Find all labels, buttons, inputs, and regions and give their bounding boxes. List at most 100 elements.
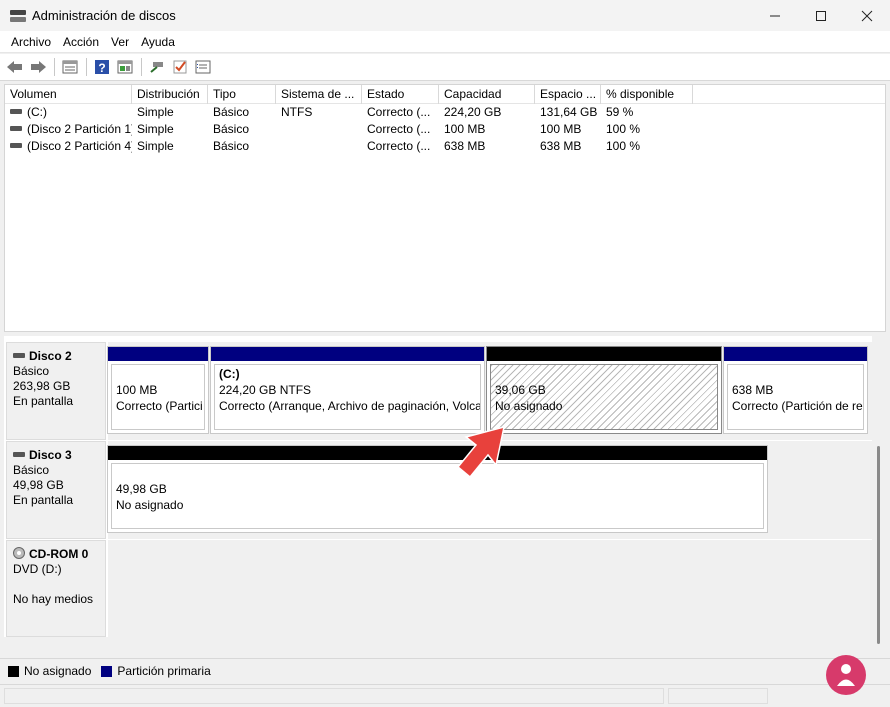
properties-button[interactable] bbox=[192, 56, 214, 78]
volume-type: Básico bbox=[213, 122, 250, 136]
partition-disk2-1[interactable]: 100 MB Correcto (Partici bbox=[107, 346, 209, 434]
column-sistema[interactable]: Sistema de ... bbox=[276, 85, 362, 104]
menu-archivo[interactable]: Archivo bbox=[5, 35, 57, 49]
column-estado[interactable]: Estado bbox=[362, 85, 439, 104]
volume-distribution: Simple bbox=[137, 105, 174, 119]
menu-accion[interactable]: Acción bbox=[57, 35, 105, 49]
volume-row-disk2-part4[interactable]: (Disco 2 Partición 4) Simple Básico Corr… bbox=[5, 138, 885, 155]
volume-filesystem bbox=[276, 121, 362, 138]
column-capacidad[interactable]: Capacidad bbox=[439, 85, 535, 104]
back-icon bbox=[7, 61, 22, 73]
volume-percent-free: 100 % bbox=[606, 139, 641, 153]
partition-size: 39,06 GB bbox=[495, 383, 546, 397]
window-title: Administración de discos bbox=[32, 8, 176, 23]
partition-size: 638 MB bbox=[732, 383, 774, 397]
volume-icon bbox=[10, 109, 22, 115]
disk-icon bbox=[13, 452, 25, 458]
title-bar: Administración de discos bbox=[0, 0, 890, 31]
volume-distribution: Simple bbox=[137, 122, 174, 136]
graph-scrollbar[interactable] bbox=[877, 446, 880, 644]
volume-filesystem bbox=[276, 138, 362, 155]
back-button[interactable] bbox=[4, 56, 26, 78]
volume-free-space: 131,64 GB bbox=[540, 105, 598, 119]
disk-management-icon bbox=[10, 9, 26, 23]
check-button[interactable] bbox=[169, 56, 191, 78]
legend-primary: Partición primaria bbox=[101, 664, 211, 678]
partition-status: No asignado bbox=[116, 498, 184, 512]
connect-icon bbox=[150, 62, 163, 73]
disk-status: En pantalla bbox=[13, 394, 74, 408]
svg-text:?: ? bbox=[98, 61, 105, 75]
column-distribucion[interactable]: Distribución bbox=[132, 85, 208, 104]
column-volumen[interactable]: Volumen bbox=[5, 85, 132, 104]
volume-capacity: 224,20 GB bbox=[444, 105, 502, 119]
view-graph-button[interactable] bbox=[114, 56, 136, 78]
volume-name: (Disco 2 Partición 4) bbox=[27, 139, 132, 153]
cdrom-partitions bbox=[108, 540, 872, 637]
partition-size: 100 MB bbox=[116, 383, 158, 397]
forward-button[interactable] bbox=[27, 56, 49, 78]
partition-label: (C:) bbox=[219, 367, 240, 381]
unallocated-disk3[interactable]: 49,98 GB No asignado bbox=[107, 445, 768, 533]
partition-status: Correcto (Partici bbox=[116, 399, 203, 413]
disk-type: Básico bbox=[13, 364, 50, 378]
volume-name: (C:) bbox=[27, 105, 47, 119]
watermark-logo bbox=[824, 655, 884, 705]
column-espacio[interactable]: Espacio ... bbox=[535, 85, 601, 104]
check-icon bbox=[173, 60, 187, 74]
view-list-icon bbox=[62, 60, 78, 74]
unallocated-bar bbox=[108, 446, 767, 460]
volume-row-c[interactable]: (C:) Simple Básico NTFS Correcto (... 22… bbox=[5, 104, 885, 121]
properties-icon bbox=[195, 60, 211, 74]
volume-type: Básico bbox=[213, 105, 250, 119]
volume-status: Correcto (... bbox=[367, 139, 431, 153]
close-icon bbox=[861, 10, 873, 21]
volume-status: Correcto (... bbox=[367, 122, 431, 136]
status-bar bbox=[0, 684, 890, 707]
close-button[interactable] bbox=[844, 0, 890, 31]
volume-capacity: 100 MB bbox=[444, 122, 486, 136]
disk-2-label[interactable]: Disco 2 Básico 263,98 GB En pantalla bbox=[6, 342, 106, 440]
primary-partition-bar bbox=[724, 347, 867, 361]
disk-icon bbox=[13, 353, 25, 359]
disk-size: 49,98 GB bbox=[13, 478, 64, 492]
disk-size: 263,98 GB bbox=[13, 379, 71, 393]
disk-name: Disco 2 bbox=[29, 349, 72, 363]
disk-type: DVD (D:) bbox=[13, 562, 62, 576]
view-list-button[interactable] bbox=[59, 56, 81, 78]
partition-status: No asignado bbox=[495, 399, 563, 413]
primary-partition-bar bbox=[108, 347, 208, 361]
menu-ayuda[interactable]: Ayuda bbox=[135, 35, 181, 49]
column-disponible[interactable]: % disponible bbox=[601, 85, 693, 104]
toolbar-separator bbox=[141, 58, 142, 76]
column-tipo[interactable]: Tipo bbox=[208, 85, 276, 104]
legend-swatch bbox=[8, 665, 19, 677]
volume-type: Básico bbox=[213, 139, 250, 153]
volume-list: Volumen Distribución Tipo Sistema de ...… bbox=[4, 84, 886, 332]
menu-bar: Archivo Acción Ver Ayuda bbox=[0, 31, 890, 53]
minimize-button[interactable] bbox=[752, 0, 798, 31]
volume-percent-free: 100 % bbox=[606, 122, 641, 136]
maximize-button[interactable] bbox=[798, 0, 844, 31]
partition-disk2-4[interactable]: 638 MB Correcto (Partición de re bbox=[723, 346, 868, 434]
menu-ver[interactable]: Ver bbox=[105, 35, 135, 49]
forward-icon bbox=[31, 61, 46, 73]
view-graph-icon bbox=[117, 60, 133, 74]
cdrom-label[interactable]: CD-ROM 0 DVD (D:) No hay medios bbox=[6, 540, 106, 637]
volume-free-space: 638 MB bbox=[540, 139, 582, 153]
disk-type: Básico bbox=[13, 463, 50, 477]
minimize-icon bbox=[770, 15, 780, 16]
connect-button[interactable] bbox=[146, 56, 168, 78]
unallocated-disk2[interactable]: 39,06 GB No asignado bbox=[486, 346, 722, 434]
primary-partition-bar bbox=[211, 347, 484, 361]
volume-name: (Disco 2 Partición 1) bbox=[27, 122, 132, 136]
volume-list-header: Volumen Distribución Tipo Sistema de ...… bbox=[5, 85, 885, 104]
disk-3-label[interactable]: Disco 3 Básico 49,98 GB En pantalla bbox=[6, 441, 106, 539]
red-arrow-icon bbox=[456, 425, 505, 479]
volume-percent-free: 59 % bbox=[606, 105, 634, 119]
volume-row-disk2-part1[interactable]: (Disco 2 Partición 1) Simple Básico Corr… bbox=[5, 121, 885, 138]
volume-free-space: 100 MB bbox=[540, 122, 582, 136]
partition-c[interactable]: (C:) 224,20 GB NTFS Correcto (Arranque, … bbox=[210, 346, 485, 434]
volume-capacity: 638 MB bbox=[444, 139, 486, 153]
help-button[interactable]: ? bbox=[91, 56, 113, 78]
